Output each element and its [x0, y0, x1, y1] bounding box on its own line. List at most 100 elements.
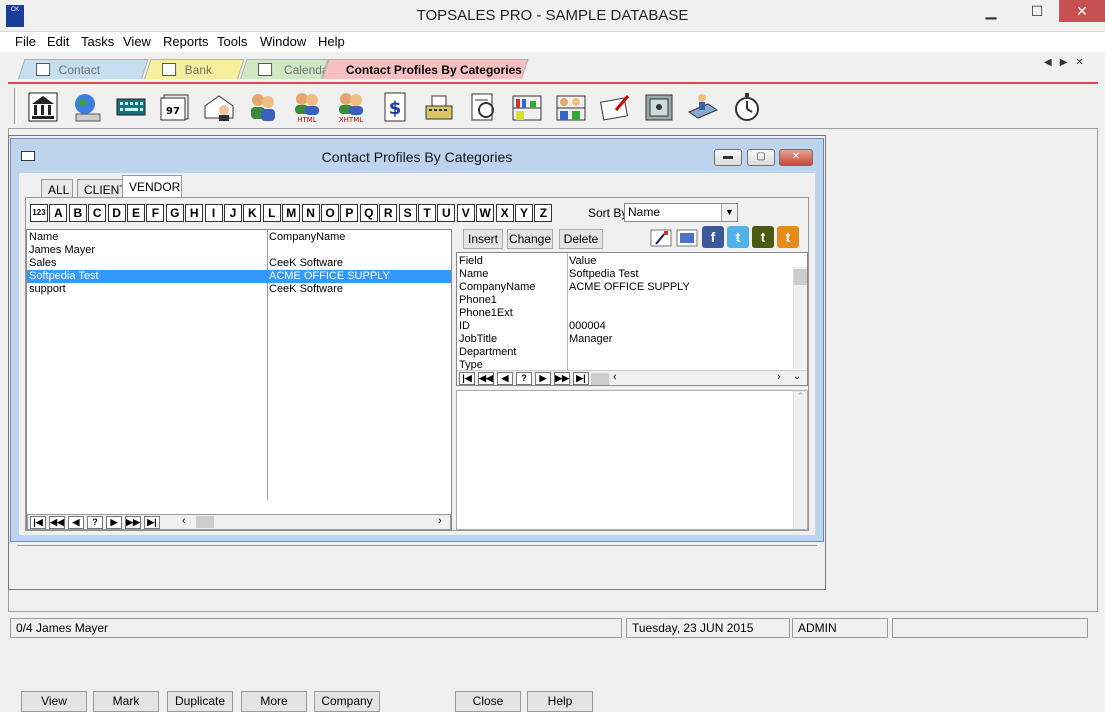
- alpha-button-m[interactable]: M: [282, 204, 301, 222]
- detail-grid[interactable]: Field Value Name Softpedia Test CompanyNam…: [456, 252, 808, 386]
- keyboard-icon[interactable]: [114, 90, 148, 124]
- detail-row[interactable]: ID 000004: [457, 320, 793, 333]
- alpha-button-v[interactable]: V: [456, 204, 475, 222]
- column-header-name[interactable]: Name: [29, 230, 58, 244]
- scrollbar-thumb[interactable]: [794, 269, 807, 285]
- next-page-icon[interactable]: ▶▶: [554, 372, 570, 385]
- alpha-button-n[interactable]: N: [301, 204, 320, 222]
- delete-button[interactable]: Delete: [559, 229, 603, 249]
- menu-tools[interactable]: Tools: [211, 32, 253, 52]
- alpha-button-h[interactable]: H: [185, 204, 204, 222]
- tab-right-icon[interactable]: ▶: [1060, 57, 1076, 68]
- menu-view[interactable]: View: [117, 32, 157, 52]
- alpha-button-f[interactable]: F: [146, 204, 165, 222]
- detail-row[interactable]: Phone1Ext: [457, 307, 793, 320]
- alpha-button-z[interactable]: Z: [534, 204, 553, 222]
- document-pen-icon[interactable]: [598, 90, 632, 124]
- tab-left-icon[interactable]: ◀: [1044, 57, 1060, 68]
- scroll-right-icon[interactable]: ›: [438, 515, 442, 527]
- next-record-icon[interactable]: ▶: [106, 516, 122, 529]
- menu-file[interactable]: File: [9, 32, 42, 52]
- child-maximize-button[interactable]: ▢: [747, 149, 775, 166]
- scroll-down-icon[interactable]: ⌄: [793, 371, 801, 382]
- tab-contact-profiles-by-categories[interactable]: Contact Profiles By Categories: [322, 59, 529, 79]
- safe-icon[interactable]: [642, 90, 676, 124]
- column-header-value[interactable]: Value: [569, 254, 596, 268]
- mark-button[interactable]: Mark: [93, 691, 159, 712]
- alpha-button-x[interactable]: X: [495, 204, 514, 222]
- alpha-button-g[interactable]: G: [165, 204, 184, 222]
- people-xhtml-icon[interactable]: XHTML: [334, 90, 368, 124]
- help-record-icon[interactable]: ?: [516, 372, 532, 385]
- vertical-scrollbar[interactable]: [793, 267, 807, 369]
- menu-tasks[interactable]: Tasks: [75, 32, 120, 52]
- chevron-down-icon[interactable]: ▼: [721, 204, 737, 221]
- alpha-button-a[interactable]: A: [49, 204, 68, 222]
- detail-row[interactable]: CompanyName ACME OFFICE SUPPLY: [457, 281, 793, 294]
- prev-record-icon[interactable]: ◀: [68, 516, 84, 529]
- close-button[interactable]: Close: [455, 691, 521, 712]
- menu-reports[interactable]: Reports: [157, 32, 215, 52]
- alpha-button-l[interactable]: L: [262, 204, 281, 222]
- view-button[interactable]: View: [21, 691, 87, 712]
- tab-close-icon[interactable]: ✕: [1075, 57, 1091, 68]
- detail-row[interactable]: Department: [457, 346, 793, 359]
- change-button[interactable]: Change: [507, 229, 553, 249]
- last-record-icon[interactable]: ▶|: [144, 516, 160, 529]
- maximize-button[interactable]: ☐: [1014, 0, 1060, 22]
- memo-vertical-scrollbar[interactable]: ⌃: [793, 391, 807, 529]
- horizontal-scrollbar-thumb[interactable]: [196, 516, 214, 528]
- first-record-icon[interactable]: |◀: [459, 372, 475, 385]
- alpha-button-y[interactable]: Y: [515, 204, 533, 222]
- facebook-icon[interactable]: f: [702, 226, 724, 248]
- column-header-field[interactable]: Field: [459, 254, 483, 268]
- alpha-button-t[interactable]: T: [418, 204, 436, 222]
- first-record-icon[interactable]: |◀: [30, 516, 46, 529]
- sort-by-select[interactable]: Name ▼: [624, 203, 738, 222]
- globe-computer-icon[interactable]: [70, 90, 104, 124]
- detail-row[interactable]: Name Softpedia Test: [457, 268, 793, 281]
- last-record-icon[interactable]: ▶|: [573, 372, 589, 385]
- contact-list[interactable]: Name CompanyName James Mayer Sales CeeK …: [26, 229, 452, 531]
- prev-page-icon[interactable]: ◀◀: [478, 372, 494, 385]
- bank-icon[interactable]: [26, 90, 60, 124]
- alpha-button-c[interactable]: C: [88, 204, 107, 222]
- alpha-button-b[interactable]: B: [68, 204, 87, 222]
- alpha-button-q[interactable]: Q: [359, 204, 378, 222]
- alpha-button-u[interactable]: U: [437, 204, 456, 222]
- horizontal-scrollbar-thumb[interactable]: [591, 373, 609, 385]
- detail-row[interactable]: JobTitle Manager: [457, 333, 793, 346]
- table-row[interactable]: James Mayer: [27, 244, 451, 257]
- alpha-button-e[interactable]: E: [127, 204, 145, 222]
- tray-hand-icon[interactable]: [686, 90, 720, 124]
- tab-calendar[interactable]: Calendar: [240, 59, 333, 79]
- menu-window[interactable]: Window: [254, 32, 312, 52]
- menu-help[interactable]: Help: [312, 32, 351, 52]
- tab-all[interactable]: ALL: [41, 179, 73, 199]
- help-button[interactable]: Help: [527, 691, 593, 712]
- stopwatch-icon[interactable]: [730, 90, 764, 124]
- alpha-button-s[interactable]: S: [398, 204, 417, 222]
- cash-register-icon[interactable]: [422, 90, 456, 124]
- tab-client[interactable]: CLIENT: [77, 179, 127, 199]
- alpha-button-d[interactable]: D: [107, 204, 126, 222]
- envelope-person-icon[interactable]: [202, 90, 236, 124]
- alpha-button-i[interactable]: I: [204, 204, 223, 222]
- document-scan-icon[interactable]: [466, 90, 500, 124]
- tumblr-orange-icon[interactable]: t: [777, 226, 799, 248]
- prev-record-icon[interactable]: ◀: [497, 372, 513, 385]
- table-row[interactable]: support CeeK Software: [27, 283, 451, 296]
- alpha-button-w[interactable]: W: [476, 204, 495, 222]
- tumblr-green-icon[interactable]: t: [752, 226, 774, 248]
- shelves-people-icon[interactable]: [554, 90, 588, 124]
- menu-edit[interactable]: Edit: [41, 32, 75, 52]
- minimize-button[interactable]: ▁: [968, 0, 1014, 22]
- alpha-button-j[interactable]: J: [224, 204, 242, 222]
- prev-page-icon[interactable]: ◀◀: [49, 516, 65, 529]
- tab-navigation[interactable]: ◀▶✕: [1044, 57, 1092, 68]
- tab-contact-profiles[interactable]: Contact Profiles: [18, 59, 149, 97]
- alpha-button-123[interactable]: 123: [30, 204, 48, 222]
- table-row-selected[interactable]: Softpedia Test ACME OFFICE SUPPLY: [27, 270, 451, 283]
- shelves-icon[interactable]: [510, 90, 544, 124]
- next-page-icon[interactable]: ▶▶: [125, 516, 141, 529]
